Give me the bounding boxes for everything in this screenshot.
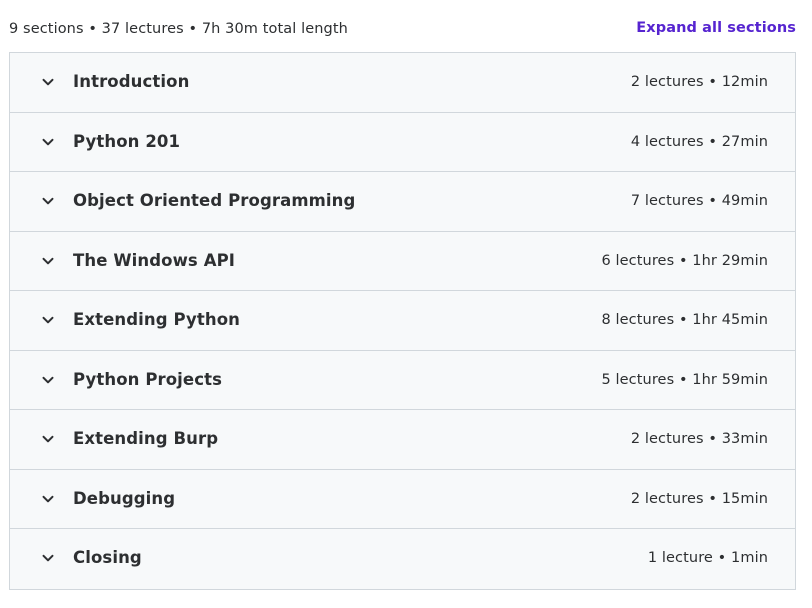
section-title: Extending Burp (73, 429, 219, 448)
section-title: Object Oriented Programming (73, 191, 356, 210)
chevron-down-icon (41, 75, 55, 89)
section-title: Debugging (73, 488, 176, 508)
curriculum-summary: 9 sections • 37 lectures • 7h 30m total … (9, 21, 348, 37)
section-meta: 2 lectures • 15min (630, 490, 768, 507)
section-title: Python Projects (73, 369, 223, 389)
section-row-the-windows-api[interactable]: The Windows API 6 lectures • 1hr 29min (10, 231, 795, 291)
section-title: Introduction (73, 72, 190, 91)
chevron-down-icon (41, 135, 55, 149)
section-meta: 5 lectures • 1hr 59min (601, 371, 768, 388)
section-meta: 4 lectures • 27min (630, 133, 768, 150)
section-list: Introduction 2 lectures • 12min Python 2… (9, 52, 796, 590)
section-meta: 7 lectures • 49min (630, 193, 768, 209)
section-row-extending-python[interactable]: Extending Python 8 lectures • 1hr 45min (10, 291, 795, 351)
section-title: Python 201 (73, 131, 181, 151)
section-meta: 2 lectures • 12min (630, 74, 768, 90)
chevron-down-icon (41, 254, 55, 268)
section-row-python-projects[interactable]: Python Projects 5 lectures • 1hr 59min (10, 350, 795, 410)
section-row-extending-burp[interactable]: Extending Burp 2 lectures • 33min (10, 410, 795, 470)
section-meta: 8 lectures • 1hr 45min (601, 312, 768, 328)
chevron-down-icon (41, 194, 55, 208)
chevron-down-icon (41, 313, 55, 327)
section-row-python-201[interactable]: Python 201 4 lectures • 27min (10, 112, 795, 172)
curriculum-summary-bar: 9 sections • 37 lectures • 7h 30m total … (9, 0, 796, 52)
section-meta: 2 lectures • 33min (630, 431, 768, 447)
chevron-down-icon (41, 373, 55, 387)
expand-all-sections-button[interactable]: Expand all sections (636, 20, 796, 36)
chevron-down-icon (41, 492, 55, 506)
section-title: The Windows API (73, 250, 235, 270)
section-row-introduction[interactable]: Introduction 2 lectures • 12min (10, 53, 795, 113)
chevron-down-icon (41, 432, 55, 446)
section-meta: 1 lecture • 1min (647, 550, 768, 566)
course-curriculum: 9 sections • 37 lectures • 7h 30m total … (0, 0, 812, 608)
section-meta: 6 lectures • 1hr 29min (601, 252, 768, 269)
section-title: Closing (73, 548, 142, 567)
chevron-down-icon (41, 551, 55, 565)
section-title: Extending Python (73, 310, 240, 329)
section-row-object-oriented-programming[interactable]: Object Oriented Programming 7 lectures •… (10, 172, 795, 232)
section-row-closing[interactable]: Closing 1 lecture • 1min (10, 529, 795, 589)
section-row-debugging[interactable]: Debugging 2 lectures • 15min (10, 469, 795, 529)
